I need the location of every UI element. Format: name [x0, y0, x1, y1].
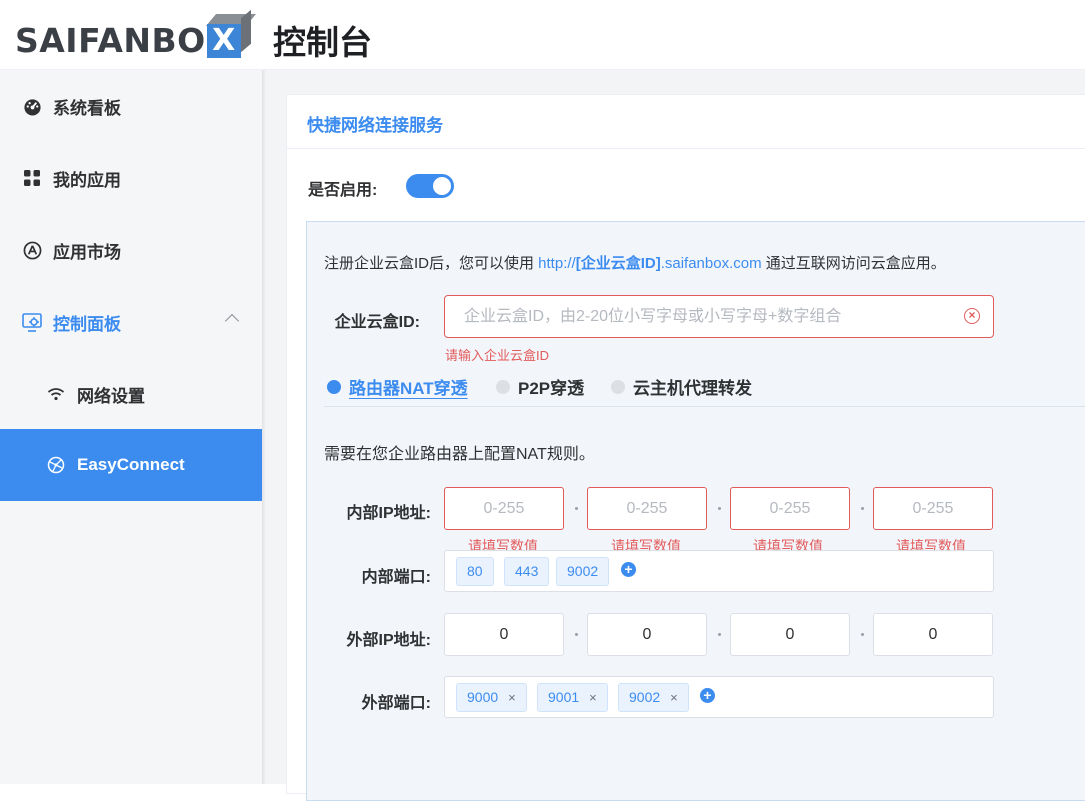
- internal-ip-octet-1[interactable]: [444, 487, 564, 530]
- wifi-icon: [46, 384, 66, 404]
- external-ip-label: 外部IP地址:: [346, 632, 431, 649]
- sidebar-item-label: 应用市场: [53, 242, 121, 262]
- apps-grid-icon: [22, 168, 42, 188]
- enable-toggle[interactable]: [406, 174, 454, 198]
- tabs-divider: [324, 406, 1085, 407]
- external-ip-octet-4[interactable]: [873, 613, 993, 656]
- nat-description: 需要在您企业路由器上配置NAT规则。: [324, 446, 595, 463]
- remove-tag-icon[interactable]: ×: [670, 684, 678, 711]
- enable-label: 是否启用:: [308, 182, 378, 199]
- internal-ip-label: 内部IP地址:: [346, 505, 431, 522]
- internal-port-tags[interactable]: 80 443 9002 +: [444, 550, 994, 592]
- radio-dot-icon: [496, 379, 510, 394]
- port-tag[interactable]: 443: [504, 557, 550, 586]
- app-title: 控制台: [273, 23, 372, 62]
- sidebar-item-label: 网络设置: [77, 386, 145, 406]
- radio-dot-icon: [611, 379, 625, 394]
- saifanbox-logo[interactable]: SAIFANBO X: [15, 9, 256, 60]
- network-globe-icon: [46, 455, 66, 475]
- control-panel-icon: [22, 312, 42, 332]
- sidebar-item-app-market[interactable]: 应用市场: [0, 214, 262, 286]
- cloud-id-input[interactable]: [445, 296, 935, 337]
- internal-port-label: 内部端口:: [361, 569, 431, 586]
- external-ip-octet-2[interactable]: [587, 613, 707, 656]
- external-port-label: 外部端口:: [361, 695, 431, 712]
- domain-pattern-link: http://[企业云盒ID].saifanbox.com: [538, 255, 762, 272]
- port-tag[interactable]: 9002 ×: [618, 683, 689, 712]
- tab-router-nat[interactable]: 路由器NAT穿透: [327, 374, 468, 399]
- add-port-icon[interactable]: +: [700, 688, 715, 703]
- internal-ip-octet-4[interactable]: [873, 487, 993, 530]
- tab-p2p[interactable]: P2P穿透: [496, 374, 584, 399]
- chevron-up-icon[interactable]: [224, 313, 240, 329]
- remove-tag-icon[interactable]: ×: [589, 684, 597, 711]
- port-tag[interactable]: 9000 ×: [456, 683, 527, 712]
- dashboard-gauge-icon: [22, 96, 42, 116]
- sidebar-item-label: EasyConnect: [77, 455, 185, 474]
- cloud-id-label: 企业云盒ID:: [334, 314, 420, 331]
- port-tag[interactable]: 80: [456, 557, 494, 586]
- card-title: 快捷网络连接服务: [307, 116, 443, 135]
- app-store-icon: [22, 240, 42, 260]
- logo-box-letter: X: [206, 24, 241, 58]
- cloud-id-field[interactable]: ×: [444, 295, 994, 338]
- add-port-icon[interactable]: +: [621, 562, 636, 577]
- sidebar-item-label: 控制面板: [53, 314, 121, 334]
- external-ip-octet-3[interactable]: [730, 613, 850, 656]
- info-text: 注册企业云盒ID后，您可以使用 http://[企业云盒ID].saifanbo…: [324, 255, 946, 272]
- logo-box-icon: X: [205, 9, 256, 58]
- logo-text: SAIFANBO: [15, 21, 206, 60]
- sidebar-item-dashboard[interactable]: 系统看板: [0, 70, 262, 142]
- card-divider: [287, 148, 1085, 149]
- sidebar-item-easyconnect[interactable]: EasyConnect: [0, 429, 262, 501]
- sidebar-item-my-apps[interactable]: 我的应用: [0, 142, 262, 214]
- external-ip-octet-1[interactable]: [444, 613, 564, 656]
- internal-ip-octet-3[interactable]: [730, 487, 850, 530]
- radio-dot-icon: [327, 379, 341, 394]
- sidebar-item-control-panel[interactable]: 控制面板: [0, 286, 262, 358]
- sidebar-item-label: 系统看板: [53, 98, 121, 118]
- top-header: SAIFANBO X 控制台: [0, 0, 1085, 70]
- toggle-knob: [433, 177, 451, 195]
- cloud-id-error: 请输入企业云盒ID: [445, 348, 550, 363]
- sidebar-item-label: 我的应用: [53, 170, 121, 190]
- port-tag[interactable]: 9001 ×: [537, 683, 608, 712]
- port-tag[interactable]: 9002: [556, 557, 610, 586]
- tab-cloud-proxy[interactable]: 云主机代理转发: [611, 374, 752, 399]
- clear-circle-icon[interactable]: ×: [964, 308, 980, 324]
- remove-tag-icon[interactable]: ×: [508, 684, 516, 711]
- external-port-tags[interactable]: 9000 × 9001 × 9002 × +: [444, 676, 994, 718]
- internal-ip-octet-2[interactable]: [587, 487, 707, 530]
- sidebar-item-network-settings[interactable]: 网络设置: [0, 358, 262, 430]
